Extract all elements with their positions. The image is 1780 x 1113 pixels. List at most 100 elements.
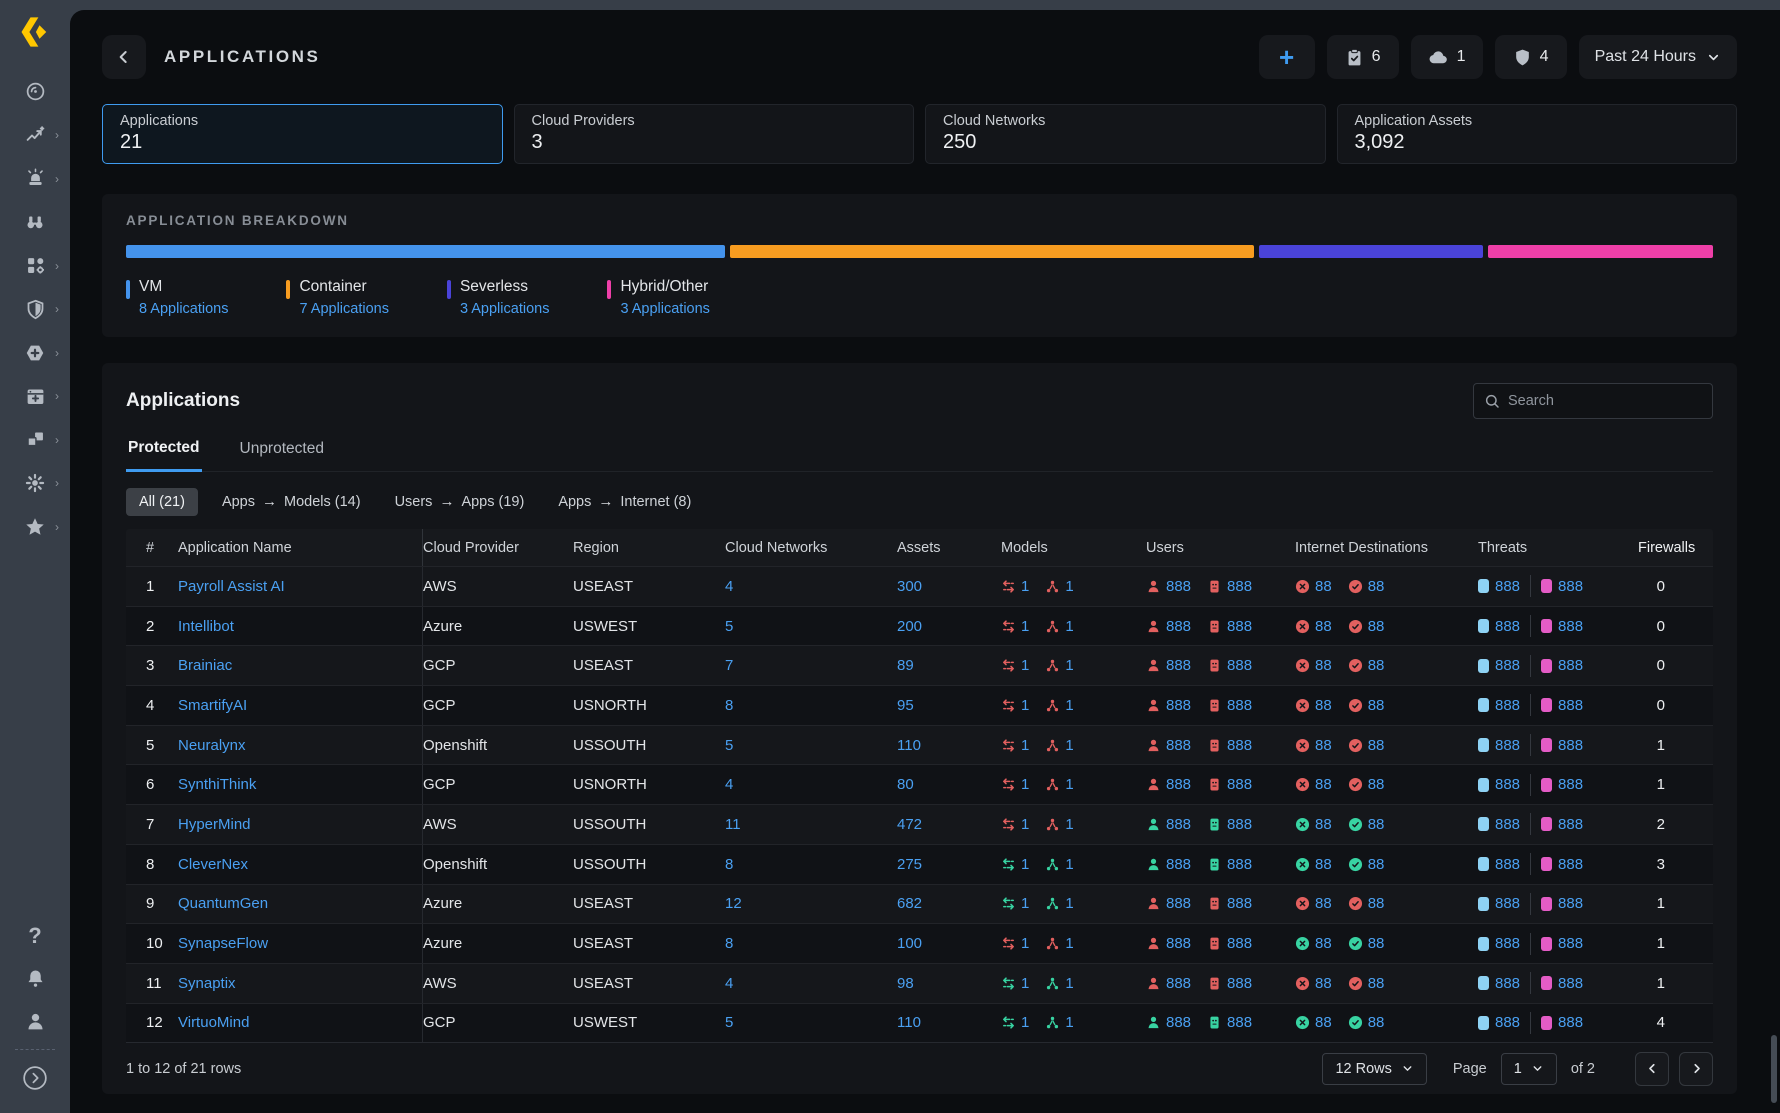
- threats-info-count[interactable]: 888: [1495, 657, 1520, 674]
- user-menu-button[interactable]: [0, 1000, 70, 1043]
- cell-assets[interactable]: 682: [897, 895, 922, 912]
- cell-networks[interactable]: 4: [725, 776, 733, 793]
- threats-critical-count[interactable]: 888: [1558, 697, 1583, 714]
- threats-info-count[interactable]: 888: [1495, 697, 1520, 714]
- models-graph-count[interactable]: 1: [1065, 737, 1073, 754]
- internet-allowed-count[interactable]: 88: [1368, 856, 1385, 873]
- search-input[interactable]: [1508, 393, 1702, 409]
- threats-critical-count[interactable]: 888: [1558, 578, 1583, 595]
- cell-app-name[interactable]: QuantumGen: [178, 895, 268, 912]
- expand-sidebar-button[interactable]: [0, 1056, 70, 1099]
- threats-info-count[interactable]: 888: [1495, 856, 1520, 873]
- internet-blocked-count[interactable]: 88: [1315, 578, 1332, 595]
- tasks-badge-button[interactable]: 6: [1327, 35, 1399, 79]
- table-row[interactable]: 10 SynapseFlow Azure USEAST 8 100 1 1 88…: [126, 923, 1713, 963]
- models-flows-count[interactable]: 1: [1021, 975, 1029, 992]
- users-people-count[interactable]: 888: [1166, 737, 1191, 754]
- models-flows-count[interactable]: 1: [1021, 1014, 1029, 1031]
- models-flows-count[interactable]: 1: [1021, 697, 1029, 714]
- cell-networks[interactable]: 4: [725, 975, 733, 992]
- internet-allowed-count[interactable]: 88: [1368, 776, 1385, 793]
- col-header-models[interactable]: Models: [1001, 540, 1146, 556]
- cell-networks[interactable]: 8: [725, 856, 733, 873]
- shield-badge-button[interactable]: 4: [1495, 35, 1567, 79]
- breakdown-segment[interactable]: [126, 245, 725, 258]
- table-row[interactable]: 9 QuantumGen Azure USEAST 12 682 1 1 888…: [126, 884, 1713, 924]
- sidebar-item-security[interactable]: ›: [0, 288, 70, 332]
- table-row[interactable]: 4 SmartifyAI GCP USNORTH 8 95 1 1 888 88…: [126, 685, 1713, 725]
- threats-critical-count[interactable]: 888: [1558, 895, 1583, 912]
- users-people-count[interactable]: 888: [1166, 935, 1191, 952]
- table-row[interactable]: 8 CleverNex Openshift USSOUTH 8 275 1 1 …: [126, 844, 1713, 884]
- cell-app-name[interactable]: SynapseFlow: [178, 935, 268, 952]
- threats-critical-count[interactable]: 888: [1558, 776, 1583, 793]
- tab-unprotected[interactable]: Unprotected: [238, 439, 326, 471]
- threats-critical-count[interactable]: 888: [1558, 935, 1583, 952]
- users-people-count[interactable]: 888: [1166, 618, 1191, 635]
- users-people-count[interactable]: 888: [1166, 895, 1191, 912]
- threats-info-count[interactable]: 888: [1495, 816, 1520, 833]
- cell-networks[interactable]: 5: [725, 1014, 733, 1031]
- table-row[interactable]: 2 Intellibot Azure USWEST 5 200 1 1 888 …: [126, 606, 1713, 646]
- threats-info-count[interactable]: 888: [1495, 895, 1520, 912]
- users-people-count[interactable]: 888: [1166, 776, 1191, 793]
- threats-info-count[interactable]: 888: [1495, 776, 1520, 793]
- stat-card-application-assets[interactable]: Application Assets 3,092: [1337, 104, 1738, 164]
- filter-pill[interactable]: Apps→Models (14): [212, 487, 371, 516]
- sidebar-item-inventory[interactable]: ›: [0, 418, 70, 462]
- table-row[interactable]: 5 Neuralynx Openshift USSOUTH 5 110 1 1 …: [126, 725, 1713, 765]
- table-row[interactable]: 3 Brainiac GCP USEAST 7 89 1 1 888 888: [126, 645, 1713, 685]
- col-header-users[interactable]: Users: [1146, 540, 1295, 556]
- models-flows-count[interactable]: 1: [1021, 895, 1029, 912]
- breakdown-segment[interactable]: [1488, 245, 1713, 258]
- threats-critical-count[interactable]: 888: [1558, 657, 1583, 674]
- cell-app-name[interactable]: Intellibot: [178, 618, 234, 635]
- cell-networks[interactable]: 12: [725, 895, 742, 912]
- cell-app-name[interactable]: SynthiThink: [178, 776, 256, 793]
- cell-networks[interactable]: 5: [725, 618, 733, 635]
- users-people-count[interactable]: 888: [1166, 578, 1191, 595]
- models-graph-count[interactable]: 1: [1065, 578, 1073, 595]
- add-application-button[interactable]: +: [1259, 35, 1315, 79]
- search-box[interactable]: [1473, 383, 1713, 419]
- cell-assets[interactable]: 89: [897, 657, 914, 674]
- internet-allowed-count[interactable]: 88: [1368, 816, 1385, 833]
- models-flows-count[interactable]: 1: [1021, 816, 1029, 833]
- threats-info-count[interactable]: 888: [1495, 935, 1520, 952]
- threats-critical-count[interactable]: 888: [1558, 1014, 1583, 1031]
- internet-blocked-count[interactable]: 88: [1315, 618, 1332, 635]
- internet-blocked-count[interactable]: 88: [1315, 816, 1332, 833]
- internet-blocked-count[interactable]: 88: [1315, 1014, 1332, 1031]
- cell-networks[interactable]: 7: [725, 657, 733, 674]
- cell-assets[interactable]: 95: [897, 697, 914, 714]
- table-row[interactable]: 1 Payroll Assist AI AWS USEAST 4 300 1 1…: [126, 566, 1713, 606]
- internet-blocked-count[interactable]: 88: [1315, 895, 1332, 912]
- col-header-internet-destinations[interactable]: Internet Destinations: [1295, 540, 1478, 556]
- models-flows-count[interactable]: 1: [1021, 737, 1029, 754]
- col-header-cloud-provider[interactable]: Cloud Provider: [423, 540, 573, 556]
- internet-blocked-count[interactable]: 88: [1315, 935, 1332, 952]
- stat-card-cloud-providers[interactable]: Cloud Providers 3: [514, 104, 915, 164]
- col-header-firewalls[interactable]: Firewalls: [1638, 540, 1743, 556]
- internet-blocked-count[interactable]: 88: [1315, 776, 1332, 793]
- users-badges-count[interactable]: 888: [1227, 618, 1252, 635]
- stat-card-cloud-networks[interactable]: Cloud Networks 250: [925, 104, 1326, 164]
- cell-app-name[interactable]: CleverNex: [178, 856, 248, 873]
- filter-pill[interactable]: All (21): [126, 488, 198, 516]
- threats-critical-count[interactable]: 888: [1558, 618, 1583, 635]
- table-row[interactable]: 6 SynthiThink GCP USNORTH 4 80 1 1 888 8…: [126, 764, 1713, 804]
- table-row[interactable]: 11 Synaptix AWS USEAST 4 98 1 1 888 888: [126, 963, 1713, 1003]
- legend-count-link[interactable]: 7 Applications: [299, 301, 388, 317]
- users-badges-count[interactable]: 888: [1227, 935, 1252, 952]
- internet-allowed-count[interactable]: 88: [1368, 975, 1385, 992]
- table-row[interactable]: 12 VirtuoMind GCP USWEST 5 110 1 1 888 8…: [126, 1003, 1713, 1043]
- page-select[interactable]: 1: [1501, 1053, 1557, 1085]
- models-flows-count[interactable]: 1: [1021, 578, 1029, 595]
- users-people-count[interactable]: 888: [1166, 1014, 1191, 1031]
- threats-critical-count[interactable]: 888: [1558, 737, 1583, 754]
- internet-allowed-count[interactable]: 88: [1368, 895, 1385, 912]
- threats-critical-count[interactable]: 888: [1558, 856, 1583, 873]
- users-badges-count[interactable]: 888: [1227, 895, 1252, 912]
- users-people-count[interactable]: 888: [1166, 856, 1191, 873]
- threats-info-count[interactable]: 888: [1495, 737, 1520, 754]
